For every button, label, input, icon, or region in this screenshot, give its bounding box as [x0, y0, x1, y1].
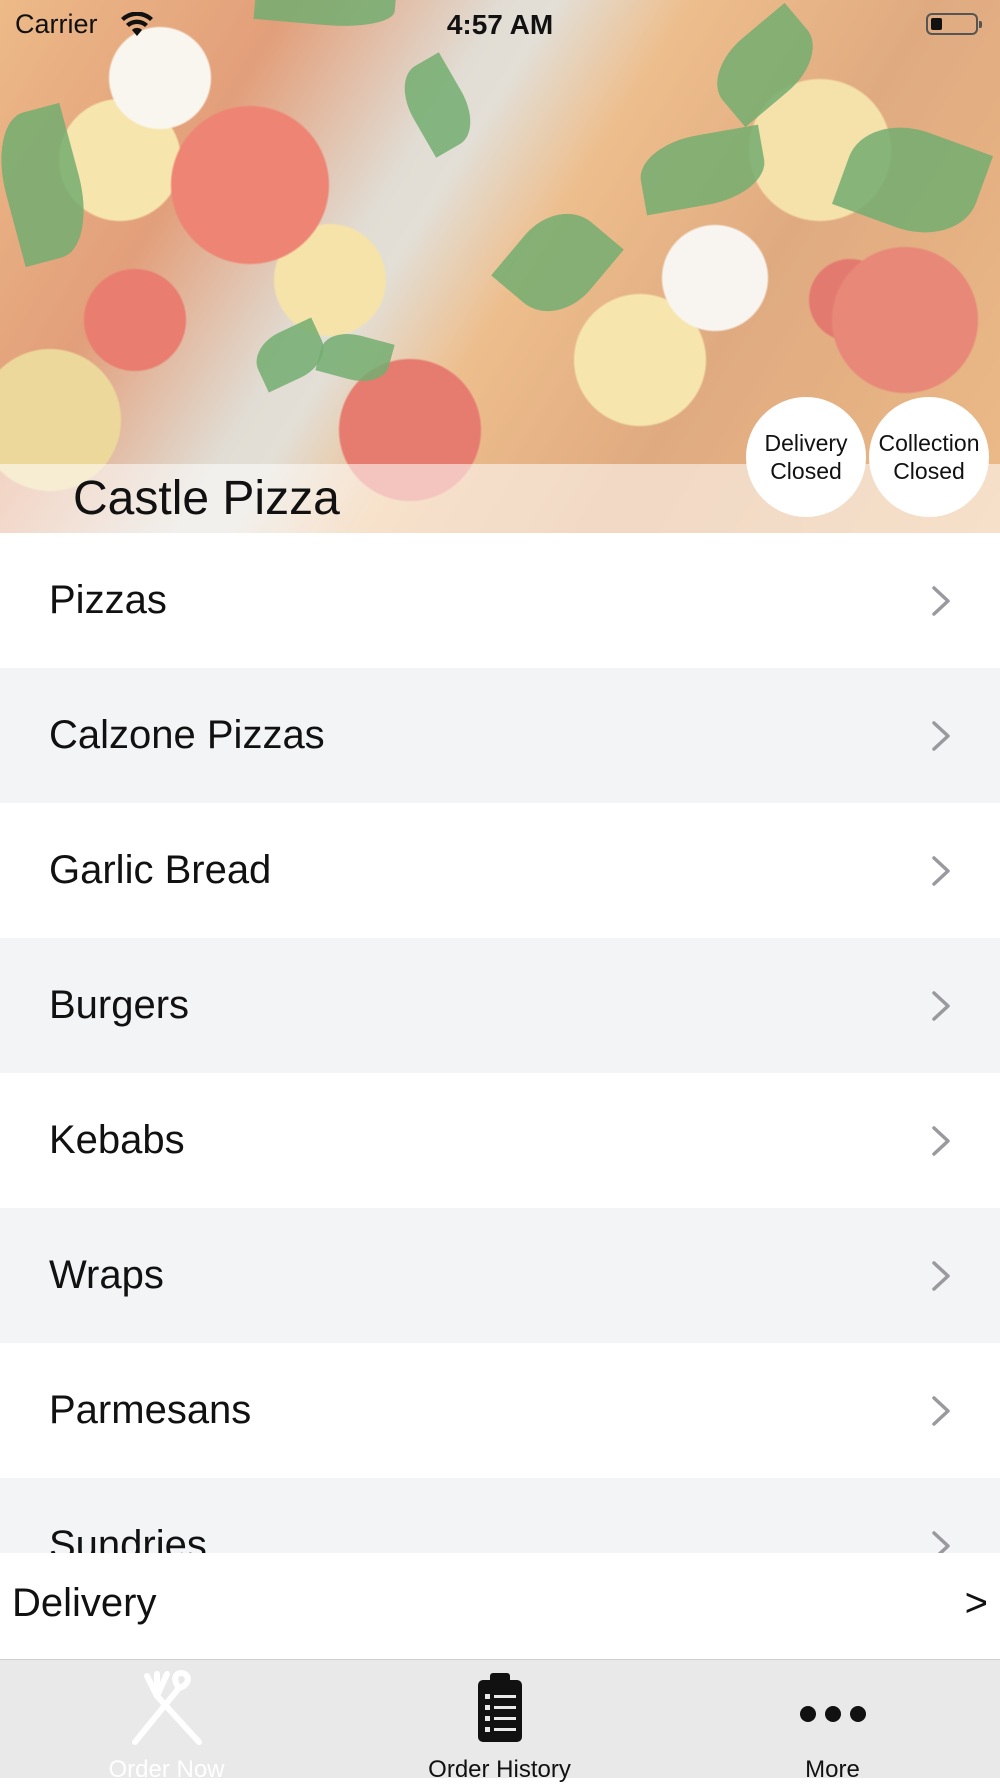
menu-item-burgers[interactable]: Burgers [0, 938, 1000, 1073]
delivery-status-badge: Delivery Closed [746, 397, 866, 517]
menu-item-pizzas[interactable]: Pizzas [0, 533, 1000, 668]
collection-status-badge: Collection Closed [869, 397, 989, 517]
delivery-mode-bar[interactable]: Delivery > [0, 1553, 1000, 1659]
tab-order-history[interactable]: Order History [333, 1660, 666, 1783]
menu-item-wraps[interactable]: Wraps [0, 1208, 1000, 1343]
chevron-right-icon [932, 855, 950, 886]
menu-item-label: Calzone Pizzas [49, 713, 325, 757]
clock: 4:57 AM [446, 9, 554, 40]
chevron-right-icon [932, 1260, 950, 1291]
menu-item-sundries[interactable]: Sundries [0, 1478, 1000, 1553]
delivery-mode-arrow: > [964, 1581, 988, 1625]
chevron-right-icon [932, 720, 950, 751]
chevron-right-icon [932, 1395, 950, 1426]
chevron-right-icon [932, 1125, 950, 1156]
menu-item-label: Pizzas [49, 578, 167, 622]
menu-category-list[interactable]: Pizzas Calzone Pizzas Garlic Bread Burge… [0, 533, 1000, 1553]
menu-item-parmesans[interactable]: Parmesans [0, 1343, 1000, 1478]
battery-icon [926, 13, 982, 35]
tab-label: Order History [428, 1756, 571, 1783]
menu-item-label: Parmesans [49, 1388, 252, 1432]
delivery-status-value: Closed [770, 458, 842, 484]
menu-item-kebabs[interactable]: Kebabs [0, 1073, 1000, 1208]
tab-label: More [805, 1756, 860, 1783]
hero-image: Castle Pizza Delivery Closed Collection … [0, 0, 1000, 533]
menu-item-label: Sundries [49, 1523, 207, 1553]
menu-item-label: Burgers [49, 983, 190, 1027]
collection-status-title: Collection [878, 430, 980, 456]
delivery-mode-label: Delivery [12, 1581, 157, 1625]
more-dots-icon [799, 1706, 866, 1722]
menu-item-label: Kebabs [49, 1118, 185, 1162]
chevron-right-icon [932, 990, 950, 1021]
menu-item-calzone-pizzas[interactable]: Calzone Pizzas [0, 668, 1000, 803]
menu-item-label: Wraps [49, 1253, 164, 1297]
restaurant-name: Castle Pizza [73, 472, 340, 525]
delivery-status-title: Delivery [764, 430, 848, 456]
chevron-right-icon [932, 585, 950, 616]
status-bar: Carrier 4:57 AM [0, 0, 1000, 50]
tab-bar: Order Now Order History More [0, 1659, 1000, 1783]
fork-knife-icon [131, 1670, 202, 1745]
tab-more[interactable]: More [666, 1660, 999, 1783]
chevron-right-icon [932, 1530, 950, 1553]
collection-status-value: Closed [893, 458, 965, 484]
clipboard-list-icon [477, 1673, 522, 1742]
tab-order-now[interactable]: Order Now [0, 1660, 333, 1783]
tab-label: Order Now [108, 1756, 225, 1783]
menu-item-garlic-bread[interactable]: Garlic Bread [0, 803, 1000, 938]
menu-item-label: Garlic Bread [49, 848, 272, 892]
